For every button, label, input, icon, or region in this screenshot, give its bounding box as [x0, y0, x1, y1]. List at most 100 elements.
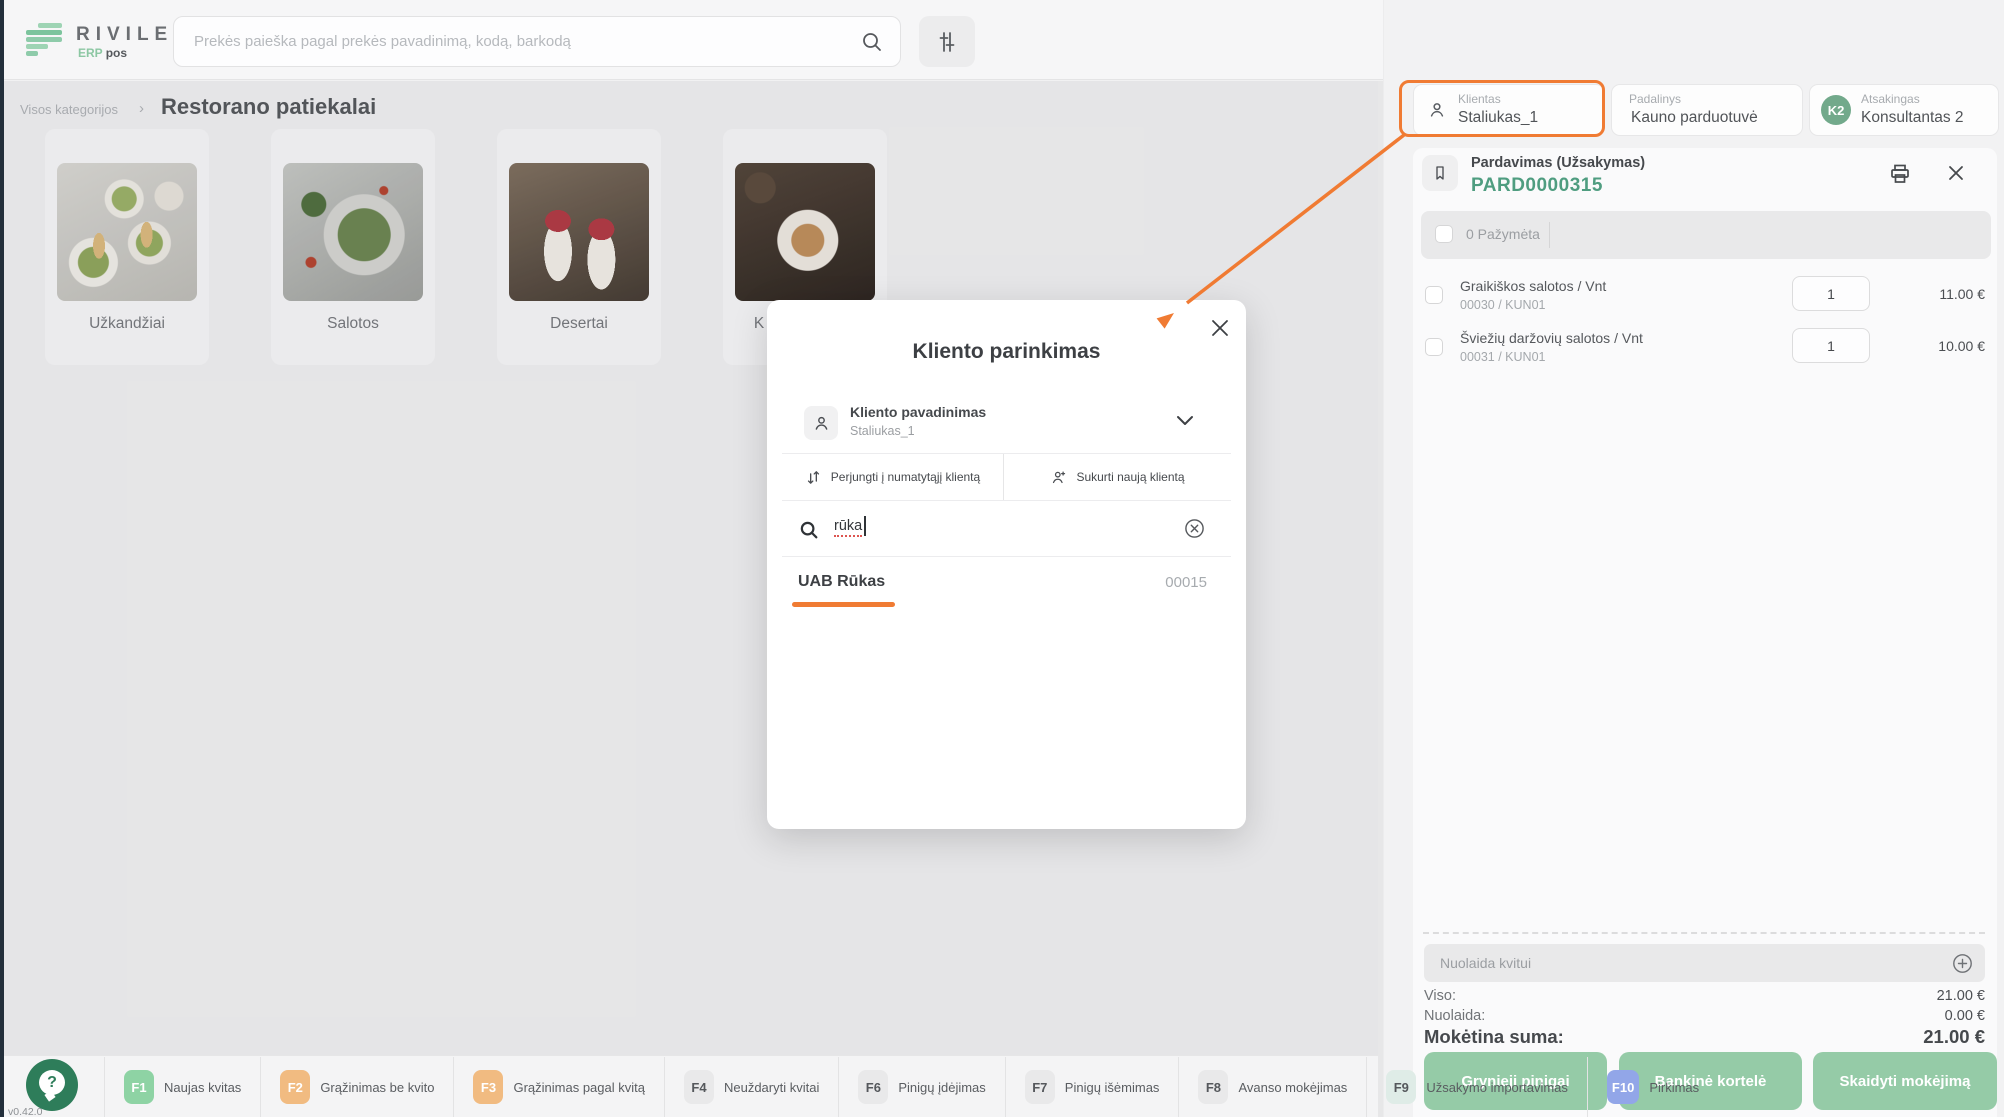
content-scrollbar[interactable]	[1378, 81, 1383, 1117]
item-qty-input[interactable]: 1	[1792, 328, 1870, 363]
toolbar-new-receipt[interactable]: F1 Naujas kvitas	[105, 1070, 260, 1104]
client-selector[interactable]: Klientas Staliukas_1	[1413, 84, 1605, 136]
order-number: PARD0000315	[1471, 175, 1603, 197]
responsible-value: Konsultantas 2	[1861, 109, 1964, 127]
total-label: Mokėtina suma:	[1424, 1026, 1564, 1048]
total-row-viso: Viso: 21.00 €	[1424, 988, 1985, 1004]
client-search-input[interactable]: rūka	[782, 500, 1231, 556]
plus-circle-icon[interactable]	[1952, 953, 1973, 974]
function-key-bar: F1 Naujas kvitas F2 Grąžinimas be kvito …	[104, 1056, 1718, 1117]
toolbar-open-receipts[interactable]: F4 Neuždaryti kvitai	[665, 1070, 838, 1104]
search-query-text: rūka	[834, 518, 862, 537]
product-search-input[interactable]	[192, 17, 842, 66]
tune-icon	[935, 30, 959, 54]
toolbar-advance-payment[interactable]: F8 Avanso mokėjimas	[1179, 1070, 1366, 1104]
client-field-value: Staliukas_1	[850, 424, 915, 438]
search-icon	[860, 30, 884, 54]
client-value: Staliukas_1	[1458, 109, 1538, 127]
toolbar-cash-out[interactable]: F7 Pinigų išėmimas	[1006, 1070, 1179, 1104]
item-name: Graikiškos salotos / Vnt	[1460, 278, 1606, 294]
client-search-result[interactable]: UAB Rūkas 00015	[782, 556, 1231, 614]
help-icon: ?	[39, 1070, 65, 1095]
brand-erp: ERP	[78, 46, 103, 60]
modal-actions: Perjungti į numatytąjį klientą Sukurti n…	[782, 453, 1231, 500]
f6-key-badge: F6	[858, 1070, 888, 1104]
f1-key-badge: F1	[124, 1070, 154, 1104]
toolbar-cash-in[interactable]: F6 Pinigų įdėjimas	[839, 1070, 1004, 1104]
item-code: 00030 / KUN01	[1460, 298, 1545, 312]
swap-icon	[805, 469, 822, 486]
clear-search-icon[interactable]	[1184, 518, 1205, 539]
item-name: Šviežių daržovių salotos / Vnt	[1460, 330, 1643, 346]
toolbar-order-import[interactable]: F9 Užsakymo importavimas	[1367, 1070, 1587, 1104]
chevron-down-icon	[1175, 414, 1195, 428]
total-value: 0.00 €	[1945, 1008, 1985, 1024]
item-price: 11.00 €	[1939, 286, 1985, 302]
item-qty-input[interactable]: 1	[1792, 276, 1870, 311]
item-code: 00031 / KUN01	[1460, 350, 1545, 364]
brand-name: RIVILE	[76, 24, 173, 46]
total-label: Nuolaida:	[1424, 1008, 1485, 1024]
f8-key-badge: F8	[1198, 1070, 1228, 1104]
f4-key-badge: F4	[684, 1070, 714, 1104]
selected-count-label: 0 Pažymėta	[1466, 226, 1540, 242]
toolbar-return-no-receipt[interactable]: F2 Grąžinimas be kvito	[261, 1070, 453, 1104]
total-row-nuolaida: Nuolaida: 0.00 €	[1424, 1008, 1985, 1024]
rivile-logo-icon	[26, 22, 64, 58]
help-button[interactable]: ?	[26, 1059, 78, 1111]
person-plus-icon	[1050, 469, 1067, 486]
totals-separator	[1423, 932, 1985, 934]
search-icon	[798, 519, 820, 541]
toolbar-purchase[interactable]: F10 Pirkimas	[1588, 1070, 1718, 1104]
branch-label: Padalinys	[1629, 92, 1681, 106]
client-label: Klientas	[1458, 92, 1501, 106]
split-payment-button[interactable]: Skaidyti mokėjimą	[1813, 1052, 1997, 1110]
modal-title: Kliento parinkimas	[767, 340, 1246, 364]
item-checkbox[interactable]	[1425, 338, 1443, 356]
item-checkbox[interactable]	[1425, 286, 1443, 304]
total-value: 21.00 €	[1923, 1026, 1985, 1048]
f2-key-badge: F2	[280, 1070, 310, 1104]
print-icon[interactable]	[1888, 162, 1912, 186]
brand-product: ERPpos	[78, 46, 127, 60]
brand-pos: pos	[106, 46, 127, 60]
f10-key-badge: F10	[1607, 1070, 1639, 1104]
f3-key-badge: F3	[473, 1070, 503, 1104]
toolbar-return-by-receipt[interactable]: F3 Grąžinimas pagal kvitą	[454, 1070, 664, 1104]
branch-value: Kauno parduotuvė	[1631, 109, 1758, 127]
select-all-checkbox[interactable]	[1435, 225, 1453, 243]
receipt-discount-bar[interactable]: Nuolaida kvitui	[1424, 944, 1985, 982]
bookmark-icon	[1422, 155, 1458, 191]
result-client-code: 00015	[1165, 574, 1207, 591]
bottom-toolbar: ? v0.42.0 F1 Naujas kvitas F2 Grąžinimas…	[4, 1055, 1378, 1117]
client-field-label: Kliento pavadinimas	[850, 404, 986, 420]
client-selection-modal: Kliento parinkimas Kliento pavadinimas S…	[767, 300, 1246, 829]
app-version: v0.42.0	[8, 1106, 42, 1117]
text-caret	[864, 516, 866, 536]
total-row-moketina: Mokėtina suma: 21.00 €	[1424, 1026, 1985, 1048]
switch-default-client-button[interactable]: Perjungti į numatytąjį klientą	[782, 454, 1004, 500]
responsible-selector[interactable]: K2 Atsakingas Konsultantas 2	[1809, 84, 1999, 136]
f9-key-badge: F9	[1386, 1070, 1416, 1104]
person-icon	[1427, 100, 1447, 120]
annotation-underline	[792, 602, 895, 607]
responsible-label: Atsakingas	[1861, 92, 1920, 106]
person-icon	[804, 406, 838, 440]
branch-selector[interactable]: Padalinys Kauno parduotuvė	[1611, 84, 1803, 136]
f7-key-badge: F7	[1025, 1070, 1055, 1104]
pos-app: RIVILE ERPpos Prisijungęs POS02 ne Fisca…	[0, 0, 2004, 1117]
order-type-label: Pardavimas (Užsakymas)	[1471, 155, 1645, 171]
modal-close-icon[interactable]	[1208, 316, 1232, 340]
create-new-client-button[interactable]: Sukurti naują klientą	[1004, 454, 1231, 500]
avatar: K2	[1821, 95, 1851, 125]
window-edge	[0, 0, 4, 1117]
receipt-discount-label: Nuolaida kvitui	[1440, 955, 1531, 971]
total-label: Viso:	[1424, 988, 1456, 1004]
order-card: Pardavimas (Užsakymas) PARD0000315 0 Paž…	[1413, 148, 1997, 1117]
client-dropdown[interactable]: Kliento pavadinimas Staliukas_1	[782, 398, 1231, 448]
product-search	[173, 16, 901, 67]
order-panel: Klientas Staliukas_1 Padalinys Kauno par…	[1383, 0, 2004, 1117]
item-price: 10.00 €	[1938, 338, 1985, 354]
search-filter-button[interactable]	[919, 16, 975, 67]
order-close-icon[interactable]	[1946, 163, 1966, 183]
